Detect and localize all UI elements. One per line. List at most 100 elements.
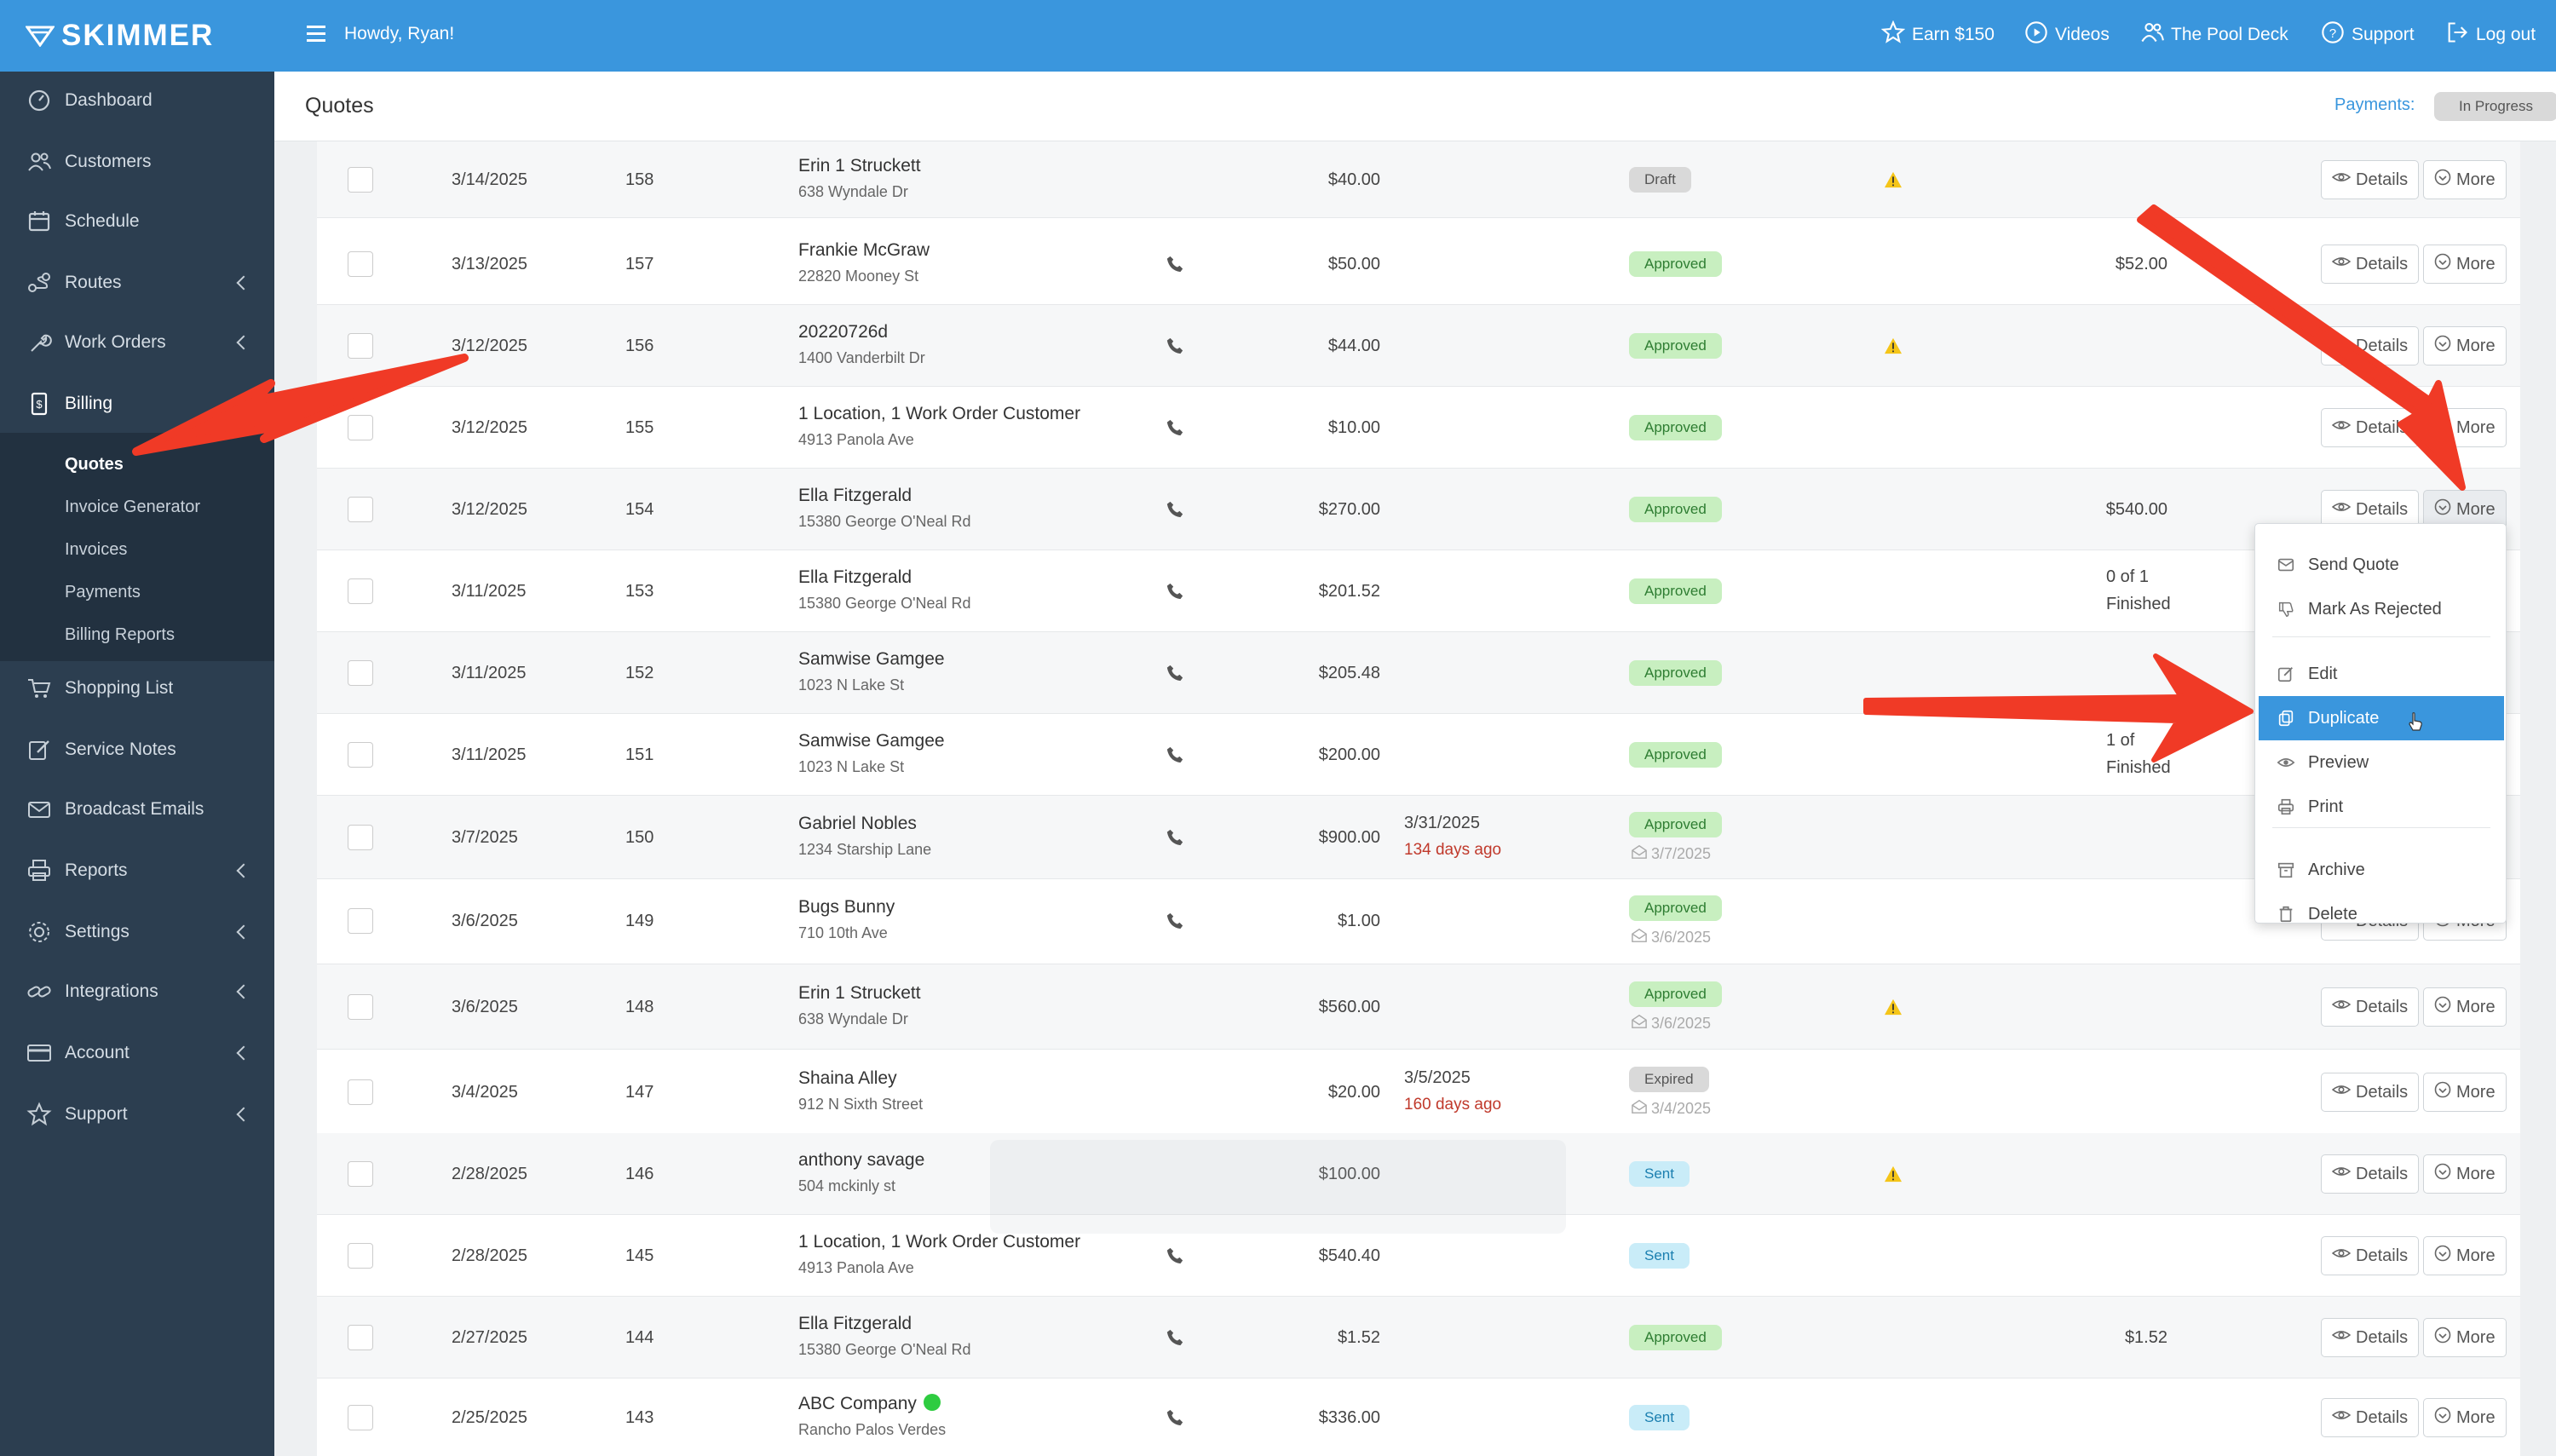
- menu-item-send-quote[interactable]: Send Quote: [2259, 543, 2504, 587]
- table-row[interactable]: 3/14/2025 158 Erin 1 Struckett 638 Wyndale …: [317, 141, 2520, 218]
- phone-icon[interactable]: [1166, 1408, 1184, 1431]
- customer-name[interactable]: 1 Location, 1 Work Order Customer: [798, 1232, 1080, 1252]
- top-link-earn-150[interactable]: Earn $150: [1880, 20, 1995, 49]
- phone-icon[interactable]: [1166, 255, 1184, 278]
- table-row[interactable]: 3/11/2025 152 Samwise Gamgee 1023 N Lake St…: [317, 632, 2520, 714]
- customer-name[interactable]: Frankie McGraw: [798, 240, 930, 261]
- menu-item-mark-as-rejected[interactable]: Mark As Rejected: [2259, 587, 2504, 631]
- phone-icon[interactable]: [1166, 418, 1184, 441]
- table-row[interactable]: 3/6/2025 149 Bugs Bunny 710 10th Ave $1.00 Ap…: [317, 878, 2520, 964]
- more-button[interactable]: More: [2423, 1073, 2507, 1112]
- customer-name[interactable]: Shaina Alley: [798, 1068, 897, 1089]
- more-button[interactable]: More: [2423, 1236, 2507, 1275]
- row-checkbox[interactable]: [348, 908, 373, 934]
- sidebar-item-shopping-list[interactable]: Shopping List: [0, 661, 274, 716]
- menu-item-print[interactable]: Print: [2259, 785, 2504, 829]
- details-button[interactable]: Details: [2321, 1154, 2420, 1194]
- hamburger-menu-icon[interactable]: [307, 26, 325, 43]
- customer-name[interactable]: Samwise Gamgee: [798, 649, 945, 670]
- sidebar-item-settings[interactable]: Settings: [0, 905, 274, 959]
- top-link-videos[interactable]: Videos: [2024, 20, 2110, 49]
- phone-icon[interactable]: [1166, 1328, 1184, 1351]
- customer-name[interactable]: ABC Company: [798, 1394, 941, 1414]
- table-row[interactable]: 3/11/2025 153 Ella Fitzgerald 15380 George …: [317, 550, 2520, 632]
- row-checkbox[interactable]: [348, 578, 373, 604]
- customer-name[interactable]: 1 Location, 1 Work Order Customer: [798, 404, 1080, 424]
- top-link-support[interactable]: ? Support: [2321, 20, 2415, 49]
- top-link-the-pool-deck[interactable]: The Pool Deck: [2140, 20, 2288, 49]
- customer-name[interactable]: 20220726d: [798, 322, 888, 342]
- customer-name[interactable]: Erin 1 Struckett: [798, 983, 921, 1004]
- more-button[interactable]: More: [2423, 1154, 2507, 1194]
- table-row[interactable]: 2/27/2025 144 Ella Fitzgerald 15380 George …: [317, 1297, 2520, 1378]
- details-button[interactable]: Details: [2321, 987, 2420, 1027]
- phone-icon[interactable]: [1166, 745, 1184, 768]
- sidebar-item-account[interactable]: Account: [0, 1026, 274, 1080]
- table-row[interactable]: 3/11/2025 151 Samwise Gamgee 1023 N Lake St…: [317, 714, 2520, 796]
- sidebar-item-broadcast-emails[interactable]: Broadcast Emails: [0, 782, 274, 837]
- billing-subitem-quotes[interactable]: Quotes: [65, 455, 124, 475]
- customer-name[interactable]: anthony savage: [798, 1150, 924, 1171]
- table-row[interactable]: 3/6/2025 148 Erin 1 Struckett 638 Wyndale D…: [317, 964, 2520, 1050]
- phone-icon[interactable]: [1166, 582, 1184, 605]
- more-button[interactable]: More: [2423, 326, 2507, 365]
- row-checkbox[interactable]: [348, 1405, 373, 1430]
- row-checkbox[interactable]: [348, 825, 373, 850]
- phone-icon[interactable]: [1166, 337, 1184, 360]
- logo[interactable]: SKIMMER: [0, 0, 274, 72]
- sidebar-item-support[interactable]: Support: [0, 1087, 274, 1142]
- row-checkbox[interactable]: [348, 742, 373, 768]
- more-button[interactable]: More: [2423, 1398, 2507, 1437]
- sidebar-item-customers[interactable]: Customers: [0, 135, 274, 189]
- sidebar-item-service-notes[interactable]: Service Notes: [0, 722, 274, 777]
- table-row[interactable]: 3/13/2025 157 Frankie McGraw 22820 Mooney S…: [317, 223, 2520, 305]
- phone-icon[interactable]: [1166, 664, 1184, 687]
- sidebar-item-routes[interactable]: Routes: [0, 256, 274, 310]
- row-checkbox[interactable]: [348, 660, 373, 686]
- sidebar-item-schedule[interactable]: Schedule: [0, 194, 274, 249]
- billing-subitem-invoices[interactable]: Invoices: [65, 540, 127, 560]
- more-button[interactable]: More: [2423, 1318, 2507, 1357]
- customer-name[interactable]: Samwise Gamgee: [798, 731, 945, 751]
- menu-item-archive[interactable]: Archive: [2259, 848, 2504, 892]
- more-button[interactable]: More: [2423, 160, 2507, 199]
- phone-icon[interactable]: [1166, 500, 1184, 523]
- top-link-log-out[interactable]: Log out: [2445, 20, 2536, 49]
- billing-subitem-payments[interactable]: Payments: [65, 583, 141, 602]
- table-row[interactable]: 2/25/2025 143 ABC Company Rancho Palos Verd…: [317, 1377, 2520, 1456]
- row-checkbox[interactable]: [348, 333, 373, 359]
- customer-name[interactable]: Gabriel Nobles: [798, 814, 917, 834]
- table-row[interactable]: 3/12/2025 155 1 Location, 1 Work Order Cus…: [317, 387, 2520, 469]
- more-button[interactable]: More: [2423, 408, 2507, 447]
- phone-icon[interactable]: [1166, 1246, 1184, 1269]
- sidebar-item-reports[interactable]: Reports: [0, 843, 274, 898]
- table-row[interactable]: 3/7/2025 150 Gabriel Nobles 1234 Starship L…: [317, 796, 2520, 879]
- row-checkbox[interactable]: [348, 994, 373, 1020]
- details-button[interactable]: Details: [2321, 408, 2420, 447]
- table-row[interactable]: 3/12/2025 156 20220726d 1400 Vanderbilt Dr $…: [317, 305, 2520, 387]
- row-checkbox[interactable]: [348, 1325, 373, 1350]
- details-button[interactable]: Details: [2321, 1318, 2420, 1357]
- sidebar-item-billing[interactable]: $ Billing: [0, 377, 274, 431]
- row-checkbox[interactable]: [348, 1161, 373, 1187]
- menu-item-delete[interactable]: Delete: [2259, 892, 2504, 936]
- row-checkbox[interactable]: [348, 1243, 373, 1269]
- billing-subitem-billing-reports[interactable]: Billing Reports: [65, 625, 175, 645]
- details-button[interactable]: Details: [2321, 160, 2420, 199]
- sidebar-item-dashboard[interactable]: Dashboard: [0, 73, 274, 128]
- sidebar-item-integrations[interactable]: Integrations: [0, 964, 274, 1019]
- phone-icon[interactable]: [1166, 828, 1184, 851]
- sidebar-item-work-orders[interactable]: Work Orders: [0, 315, 274, 370]
- customer-name[interactable]: Ella Fitzgerald: [798, 567, 912, 588]
- table-row[interactable]: 3/12/2025 154 Ella Fitzgerald 15380 George …: [317, 469, 2520, 550]
- customer-name[interactable]: Bugs Bunny: [798, 897, 895, 918]
- details-button[interactable]: Details: [2321, 1073, 2420, 1112]
- menu-item-preview[interactable]: Preview: [2259, 740, 2504, 785]
- payments-label[interactable]: Payments:: [2334, 95, 2415, 115]
- details-button[interactable]: Details: [2321, 1398, 2420, 1437]
- details-button[interactable]: Details: [2321, 1236, 2420, 1275]
- billing-subitem-invoice-generator[interactable]: Invoice Generator: [65, 498, 200, 517]
- more-button[interactable]: More: [2423, 987, 2507, 1027]
- row-checkbox[interactable]: [348, 251, 373, 277]
- table-row[interactable]: 3/4/2025 147 Shaina Alley 912 N Sixth Stree…: [317, 1050, 2520, 1135]
